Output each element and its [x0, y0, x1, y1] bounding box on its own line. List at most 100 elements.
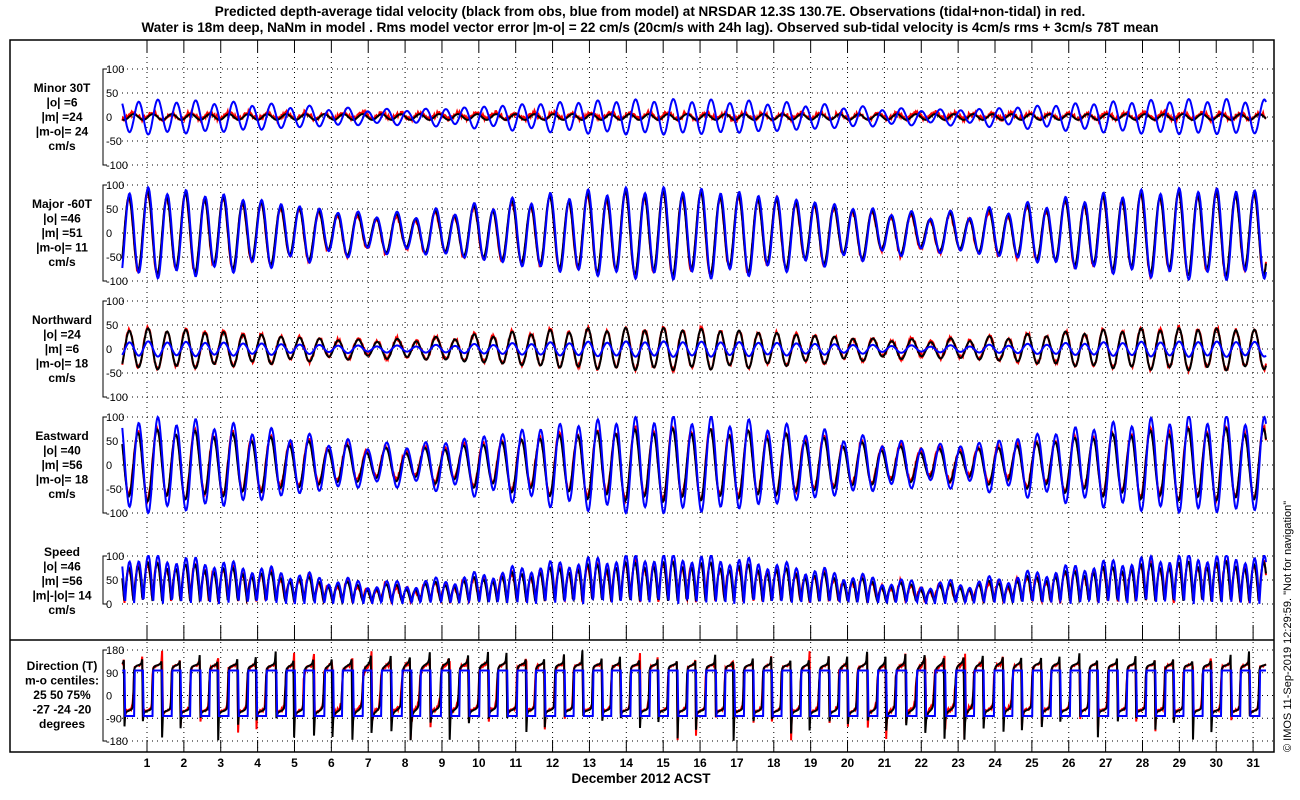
- y-tick-label: -50: [106, 136, 122, 148]
- x-tick-label: 6: [328, 756, 335, 770]
- panel-label-line: |m-o|= 18: [36, 357, 89, 371]
- y-tick-label: 180: [106, 645, 124, 657]
- panel-label-line: |m|-|o|= 14: [32, 589, 91, 603]
- panel-label-line: cm/s: [48, 255, 76, 269]
- y-tick-label: -100: [106, 392, 128, 404]
- x-tick-label: 19: [804, 756, 818, 770]
- panel-major: Major -60T|o| =46|m| =51|m-o|= 11cm/s 100…: [32, 180, 1274, 288]
- panel-label-line: |m-o|= 18: [36, 473, 89, 487]
- gridlines: [146, 40, 1254, 752]
- panel-label-line: |o| =46: [43, 560, 81, 574]
- panel-minor: Minor 30T|o| =6|m| =24|m-o|= 24cm/s 100 50…: [34, 64, 1274, 172]
- y-tick-label: -50: [106, 368, 122, 380]
- y-tick-label: 100: [106, 64, 124, 76]
- panel-label-line: |m| =56: [41, 574, 82, 588]
- panels: Minor 30T|o| =6|m| =24|m-o|= 24cm/s10050…: [25, 64, 1274, 748]
- x-tick-label: 5: [291, 756, 298, 770]
- panel-label-line: |m-o|= 24: [36, 125, 89, 139]
- panel-label-line: |m| =6: [45, 342, 80, 356]
- y-tick-label: 100: [106, 551, 124, 563]
- x-tick-label: 2: [181, 756, 188, 770]
- panel-label-line: cm/s: [48, 139, 76, 153]
- y-tick-label: -180: [106, 736, 128, 748]
- panel-label-line: cm/s: [48, 371, 76, 385]
- panel-label-line: |o| =46: [43, 212, 81, 226]
- x-tick-label: 4: [254, 756, 261, 770]
- panel-label-line: Northward: [32, 313, 92, 327]
- y-tick-label: 100: [106, 412, 124, 424]
- y-tick-label: 100: [106, 296, 124, 308]
- x-tick-label: 13: [583, 756, 597, 770]
- panel-north: Northward|o| =24|m| =6|m-o|= 18cm/s 100 50…: [32, 296, 1274, 404]
- y-tick-label: 0: [106, 112, 112, 124]
- model-line-major: [121, 185, 1267, 282]
- tidal-velocity-figure: Predicted depth-average tidal velocity (…: [9, 4, 1294, 786]
- y-tick-label: 0: [106, 599, 112, 611]
- x-tick-label: 26: [1062, 756, 1076, 770]
- x-axis-label: December 2012 ACST: [571, 771, 711, 786]
- panel-label-line: cm/s: [48, 487, 76, 501]
- panel-speed: Speed|o| =46|m| =56|m|-|o|= 14cm/s 100 50 0: [32, 545, 1274, 617]
- x-tick-label: 14: [620, 756, 634, 770]
- panel-label-line: |m-o|= 11: [36, 241, 88, 255]
- x-tick-label: 18: [767, 756, 781, 770]
- y-tick-label: -50: [106, 484, 122, 496]
- panel-label-line: |o| =24: [43, 328, 81, 342]
- panel-east: Eastward|o| =40|m| =56|m-o|= 18cm/s 100 50…: [35, 412, 1274, 520]
- title-line-2: Water is 18m deep, NaNm in model . Rms m…: [142, 20, 1159, 35]
- panel-label-line: Speed: [44, 545, 80, 559]
- y-tick-label: 50: [106, 204, 118, 216]
- y-tick-label: 100: [106, 180, 124, 192]
- y-tick-label: 50: [106, 88, 118, 100]
- x-tick-label: 24: [988, 756, 1002, 770]
- y-tick-label: 0: [106, 460, 112, 472]
- panel-label-line: |o| =40: [43, 444, 81, 458]
- x-tick-label: 20: [841, 756, 855, 770]
- x-tick-label: 10: [472, 756, 486, 770]
- panel-label-line: Major -60T: [32, 197, 93, 211]
- x-tick-label: 22: [915, 756, 929, 770]
- x-tick-label: 15: [657, 756, 671, 770]
- y-tick-label: 50: [106, 436, 118, 448]
- x-tick-label: 9: [439, 756, 446, 770]
- panel-label-line: |m| =56: [41, 458, 82, 472]
- y-tick-label: -90: [106, 713, 122, 725]
- title-line-1: Predicted depth-average tidal velocity (…: [215, 4, 1086, 19]
- copyright-note: © IMOS 11-Sep-2019 12:29:59. "Not for na…: [1282, 501, 1294, 752]
- panel-label-line: degrees: [39, 717, 85, 731]
- x-tick-label: 11: [509, 756, 522, 770]
- y-tick-label: -100: [106, 276, 128, 288]
- y-tick-label: 50: [106, 575, 118, 587]
- x-tick-label: 16: [693, 756, 707, 770]
- panel-label-line: Eastward: [35, 429, 88, 443]
- x-tick-label: 8: [402, 756, 409, 770]
- y-tick-label: -100: [106, 508, 128, 520]
- plot-frame: [9, 39, 1275, 753]
- x-tick-label: 30: [1210, 756, 1224, 770]
- x-tick-label: 25: [1025, 756, 1039, 770]
- y-tick-label: -50: [106, 252, 122, 264]
- panel-label-line: Direction (T): [27, 659, 98, 673]
- obs-fit-line-direction: [121, 650, 1267, 741]
- x-tick-label: 17: [730, 756, 744, 770]
- y-tick-label: -100: [106, 160, 128, 172]
- x-axis: 1 2 3 4 5 6 7 8 9 10 11 12 13 14 15 16 17 18 19 20 21 22 23 24 2…: [144, 756, 1260, 770]
- x-tick-label: 27: [1099, 756, 1113, 770]
- x-tick-label: 3: [217, 756, 224, 770]
- panel-label-line: Minor 30T: [34, 81, 91, 95]
- x-tick-label: 1: [144, 756, 151, 770]
- x-tick-label: 28: [1136, 756, 1150, 770]
- panel-direction: Direction (T)m-o centiles:25 50 75%-27 -…: [25, 645, 1274, 748]
- panel-label-line: cm/s: [48, 603, 76, 617]
- x-tick-label: 31: [1246, 756, 1260, 770]
- panel-label-line: m-o centiles:: [25, 674, 99, 688]
- model-line-east: [121, 415, 1267, 515]
- panel-label-line: |m| =51: [41, 226, 82, 240]
- y-tick-label: 50: [106, 320, 118, 332]
- x-tick-label: 29: [1173, 756, 1187, 770]
- y-tick-label: 90: [106, 668, 118, 680]
- x-tick-label: 12: [546, 756, 560, 770]
- panel-label-line: 25 50 75%: [33, 688, 91, 702]
- panel-label-line: |o| =6: [46, 96, 77, 110]
- panel-label-line: -27 -24 -20: [33, 703, 92, 717]
